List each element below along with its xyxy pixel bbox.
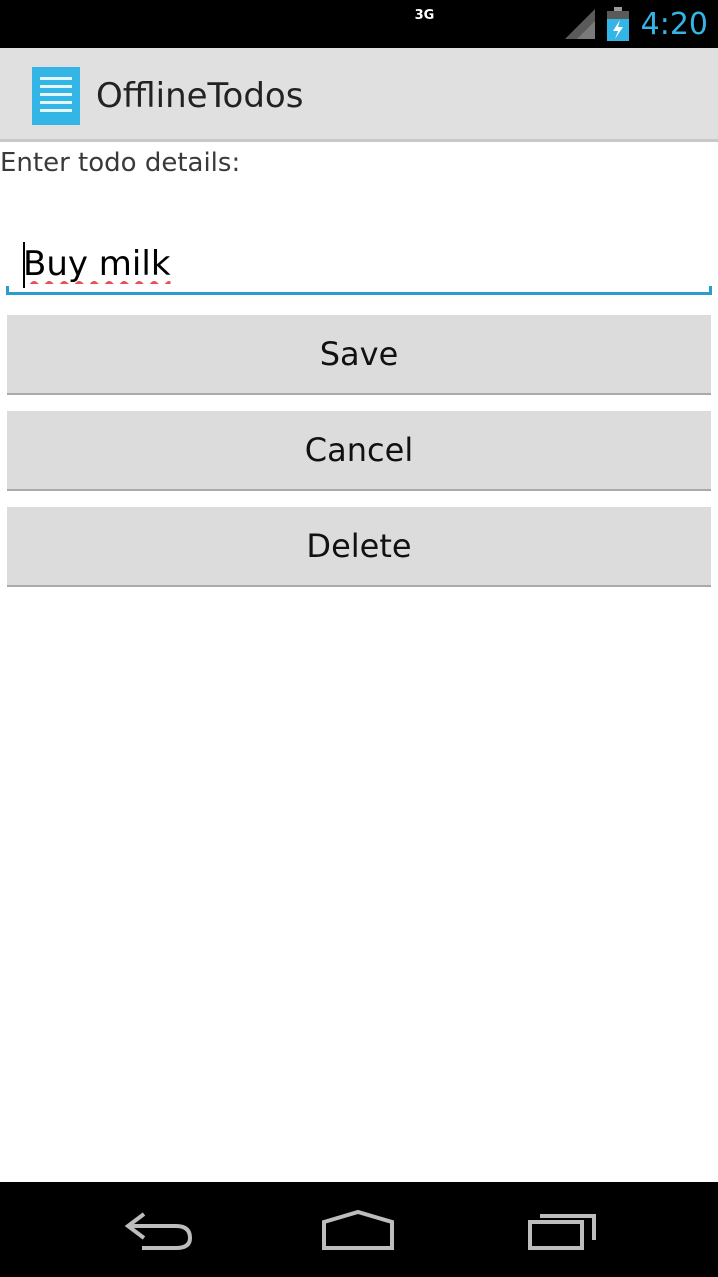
network-type: 3G [414, 8, 435, 23]
input-underline [6, 292, 712, 295]
cancel-button[interactable]: Cancel [7, 411, 711, 491]
save-button[interactable]: Save [7, 315, 711, 395]
home-icon[interactable] [318, 1204, 398, 1254]
navigation-bar [0, 1182, 718, 1277]
input-underline-left-tick [6, 286, 9, 295]
app-title: OfflineTodos [96, 76, 304, 116]
input-underline-right-tick [709, 286, 712, 295]
action-bar: OfflineTodos [0, 48, 718, 142]
text-caret [23, 242, 25, 288]
status-bar: 3G 4:20 [0, 0, 718, 48]
signal-icon [564, 9, 595, 39]
battery-charging-icon [606, 7, 629, 41]
todo-input[interactable] [6, 236, 712, 292]
todo-prompt-label: Enter todo details: [0, 148, 241, 178]
todo-input-container [6, 236, 712, 300]
recents-icon[interactable] [520, 1204, 600, 1254]
status-indicators: 3G 4:20 [415, 0, 708, 48]
back-icon[interactable] [120, 1204, 200, 1254]
list-document-icon[interactable] [32, 67, 80, 125]
delete-button[interactable]: Delete [7, 507, 711, 587]
clock: 4:20 [640, 6, 708, 42]
